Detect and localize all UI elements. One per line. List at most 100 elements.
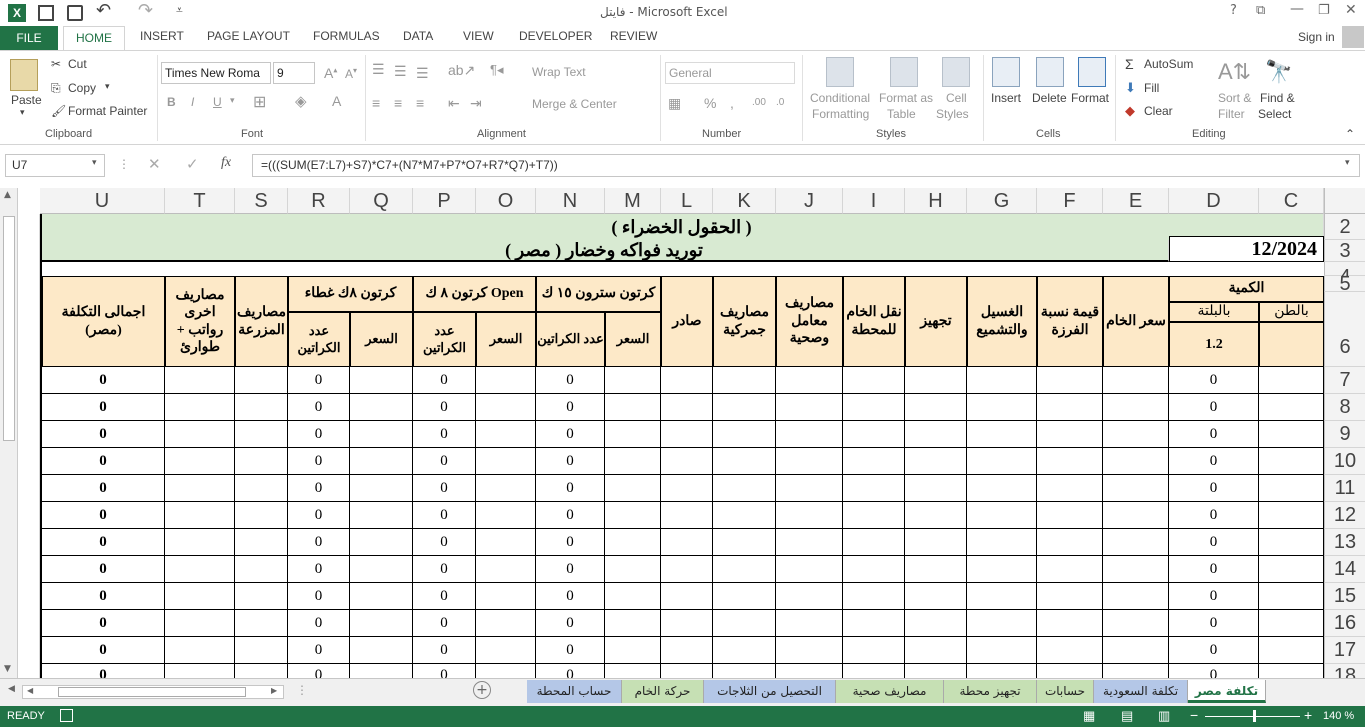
row-header-2[interactable]: 2 [1324,214,1365,240]
insert-function-icon[interactable]: fx [221,155,231,171]
cell-t13[interactable] [165,529,235,556]
cell-f13[interactable] [1037,529,1103,556]
cell-c9[interactable] [1259,421,1324,448]
pallet-value-cell[interactable]: 1.2 [1169,322,1259,367]
column-header-i[interactable]: I [843,188,905,214]
cell-o7[interactable] [476,367,536,394]
header-per-ton[interactable]: بالطن [1259,302,1324,322]
redo-icon[interactable]: ↷ [138,0,153,21]
cell-u9[interactable]: 0 [42,421,165,448]
cell-c15[interactable] [1259,583,1324,610]
cell-h10[interactable] [905,448,967,475]
cell-f17[interactable] [1037,637,1103,664]
cell-j16[interactable] [776,610,843,637]
cell-q17[interactable] [350,637,413,664]
cell-k15[interactable] [713,583,776,610]
cell-s14[interactable] [235,556,288,583]
column-header-u[interactable]: U [40,188,165,214]
cell-r9[interactable]: 0 [288,421,350,448]
cell-m15[interactable] [605,583,661,610]
align-center-icon[interactable]: ≡ [394,95,402,111]
cell-p10[interactable]: 0 [413,448,476,475]
cell-c18[interactable] [1259,664,1324,678]
conditional-formatting-sub[interactable]: Formatting [812,107,869,121]
sheet-tab-1[interactable]: تكلفة مصر [1188,680,1266,703]
cell-h16[interactable] [905,610,967,637]
cell-c12[interactable] [1259,502,1324,529]
cell-e12[interactable] [1103,502,1169,529]
copy-button[interactable]: Copy [68,81,96,95]
cell-p11[interactable]: 0 [413,475,476,502]
paste-button[interactable]: Paste [11,93,42,107]
column-header-s[interactable]: S [235,188,288,214]
cell-l12[interactable] [661,502,713,529]
cell-g8[interactable] [967,394,1037,421]
cell-g12[interactable] [967,502,1037,529]
column-header-q[interactable]: Q [350,188,413,214]
increase-font-icon[interactable]: A▴ [324,65,337,81]
header-total-cost[interactable]: اجمالى التكلفة (مصر) [42,276,165,367]
column-header-f[interactable]: F [1037,188,1103,214]
normal-view-icon[interactable]: ▦ [1083,708,1095,724]
column-header-l[interactable]: L [661,188,713,214]
rtl-direction-icon[interactable]: ¶◂ [490,62,504,78]
cell-t7[interactable] [165,367,235,394]
cell-d7[interactable]: 0 [1169,367,1259,394]
scroll-left-icon[interactable]: ◀ [27,686,33,695]
cell-m18[interactable] [605,664,661,678]
cell-h12[interactable] [905,502,967,529]
column-header-d[interactable]: D [1169,188,1259,214]
cell-l17[interactable] [661,637,713,664]
cell-u7[interactable]: 0 [42,367,165,394]
tab-data[interactable]: DATA [403,29,433,43]
column-header-o[interactable]: O [476,188,536,214]
cell-f9[interactable] [1037,421,1103,448]
cell-t17[interactable] [165,637,235,664]
cell-p12[interactable]: 0 [413,502,476,529]
cell-e11[interactable] [1103,475,1169,502]
increase-indent-icon[interactable]: ⇥ [470,95,482,112]
find-select-label[interactable]: Find & [1260,91,1295,105]
cell-u12[interactable]: 0 [42,502,165,529]
cell-o16[interactable] [476,610,536,637]
cut-button[interactable]: Cut [68,57,87,71]
cell-j7[interactable] [776,367,843,394]
column-header-h[interactable]: H [905,188,967,214]
cell-k7[interactable] [713,367,776,394]
header-carton-8-cover[interactable]: كرتون ٨ك غطاء [288,276,413,312]
wrap-text-button[interactable]: Wrap Text [532,65,586,79]
collapse-ribbon-icon[interactable]: ⌃ [1345,127,1355,141]
autosum-button[interactable]: AutoSum [1144,57,1193,71]
cell-c17[interactable] [1259,637,1324,664]
cell-e10[interactable] [1103,448,1169,475]
cell-u10[interactable]: 0 [42,448,165,475]
bold-button[interactable]: B [167,95,176,109]
cell-n11[interactable]: 0 [536,475,605,502]
cell-l10[interactable] [661,448,713,475]
header-lab-expenses[interactable]: مصاريف معامل وصحية [776,276,843,367]
decrease-decimal-icon[interactable]: .0 [776,97,784,108]
cell-i15[interactable] [843,583,905,610]
zoom-out-icon[interactable]: − [1190,707,1198,723]
scroll-tabs-left-icon[interactable]: ◀ [8,684,15,694]
cell-u11[interactable]: 0 [42,475,165,502]
cell-q7[interactable] [350,367,413,394]
cell-l15[interactable] [661,583,713,610]
worksheet-grid[interactable]: ▲ ▼ UTSRQPONMLKJIHGFEDC 2345678910111213… [0,188,1365,678]
tab-view[interactable]: VIEW [463,29,494,43]
minimize-icon[interactable]: — [1290,1,1304,17]
cell-f10[interactable] [1037,448,1103,475]
conditional-formatting-label[interactable]: Conditional [810,91,870,105]
zoom-level[interactable]: 140 % [1323,710,1354,722]
tab-formulas[interactable]: FORMULAS [313,29,380,43]
cell-i17[interactable] [843,637,905,664]
column-header-j[interactable]: J [776,188,843,214]
cell-d11[interactable]: 0 [1169,475,1259,502]
cell-h14[interactable] [905,556,967,583]
column-header-g[interactable]: G [967,188,1037,214]
tab-insert[interactable]: INSERT [140,29,184,43]
increase-decimal-icon[interactable]: .00 [752,97,766,108]
cell-f14[interactable] [1037,556,1103,583]
row-header-8[interactable]: 8 [1324,394,1365,421]
cell-j8[interactable] [776,394,843,421]
